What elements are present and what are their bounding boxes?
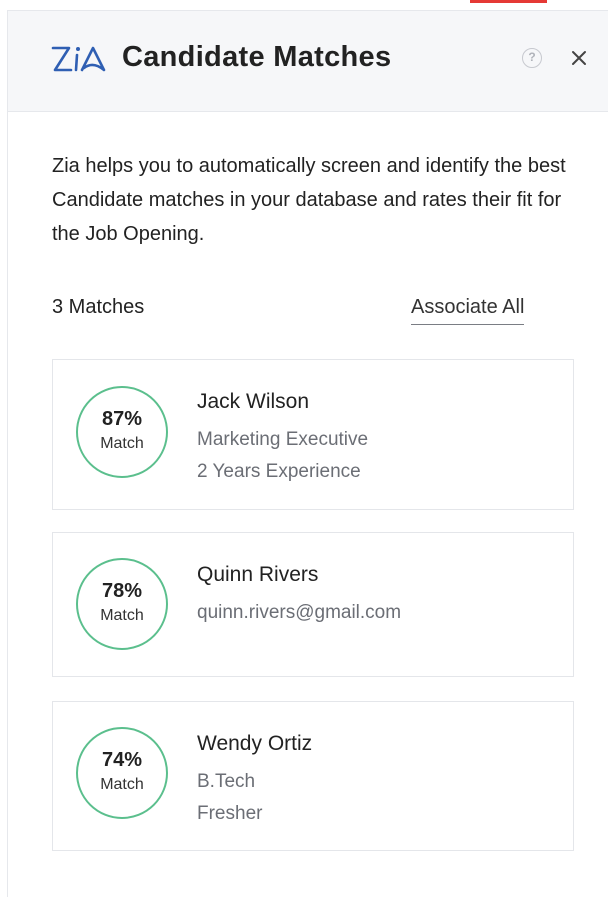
close-icon[interactable]	[568, 47, 590, 69]
match-label: Match	[100, 435, 144, 452]
match-percent: 74%	[101, 749, 143, 771]
page: Candidate Matches ? Zia helps you to aut…	[0, 0, 610, 897]
help-icon[interactable]: ?	[522, 48, 542, 68]
candidate-matches-panel: Candidate Matches ? Zia helps you to aut…	[7, 10, 608, 897]
candidate-name[interactable]: Jack Wilson	[197, 390, 309, 414]
match-score-ring: 87% Match	[76, 386, 168, 478]
match-score-ring: 74% Match	[76, 727, 168, 819]
candidate-email: quinn.rivers@gmail.com	[197, 602, 402, 623]
candidate-name[interactable]: Quinn Rivers	[197, 563, 318, 587]
candidate-experience: Fresher	[197, 803, 263, 824]
candidate-card[interactable]: 74% Match Wendy Ortiz B.Tech Fresher	[52, 701, 574, 851]
candidate-name[interactable]: Wendy Ortiz	[197, 732, 312, 756]
associate-all-link[interactable]: Associate All	[411, 296, 525, 325]
candidate-card[interactable]: 87% Match Jack Wilson Marketing Executiv…	[52, 359, 574, 510]
match-percent: 78%	[101, 580, 143, 602]
match-percent: 87%	[101, 408, 143, 430]
match-label: Match	[100, 776, 144, 793]
panel-title: Candidate Matches	[122, 41, 392, 73]
panel-header: Candidate Matches ?	[8, 11, 608, 112]
zia-description: Zia helps you to automatically screen an…	[52, 155, 566, 245]
candidate-experience: 2 Years Experience	[197, 461, 361, 482]
candidate-card[interactable]: 78% Match Quinn Rivers quinn.rivers@gmai…	[52, 532, 574, 677]
candidate-qualification: B.Tech	[197, 771, 256, 792]
match-score-ring: 78% Match	[76, 558, 168, 650]
match-label: Match	[100, 607, 144, 624]
zia-logo-icon	[51, 46, 106, 72]
candidate-title: Marketing Executive	[197, 429, 369, 450]
top-red-accent-bar	[470, 0, 547, 3]
matches-count: 3 Matches	[52, 296, 145, 318]
